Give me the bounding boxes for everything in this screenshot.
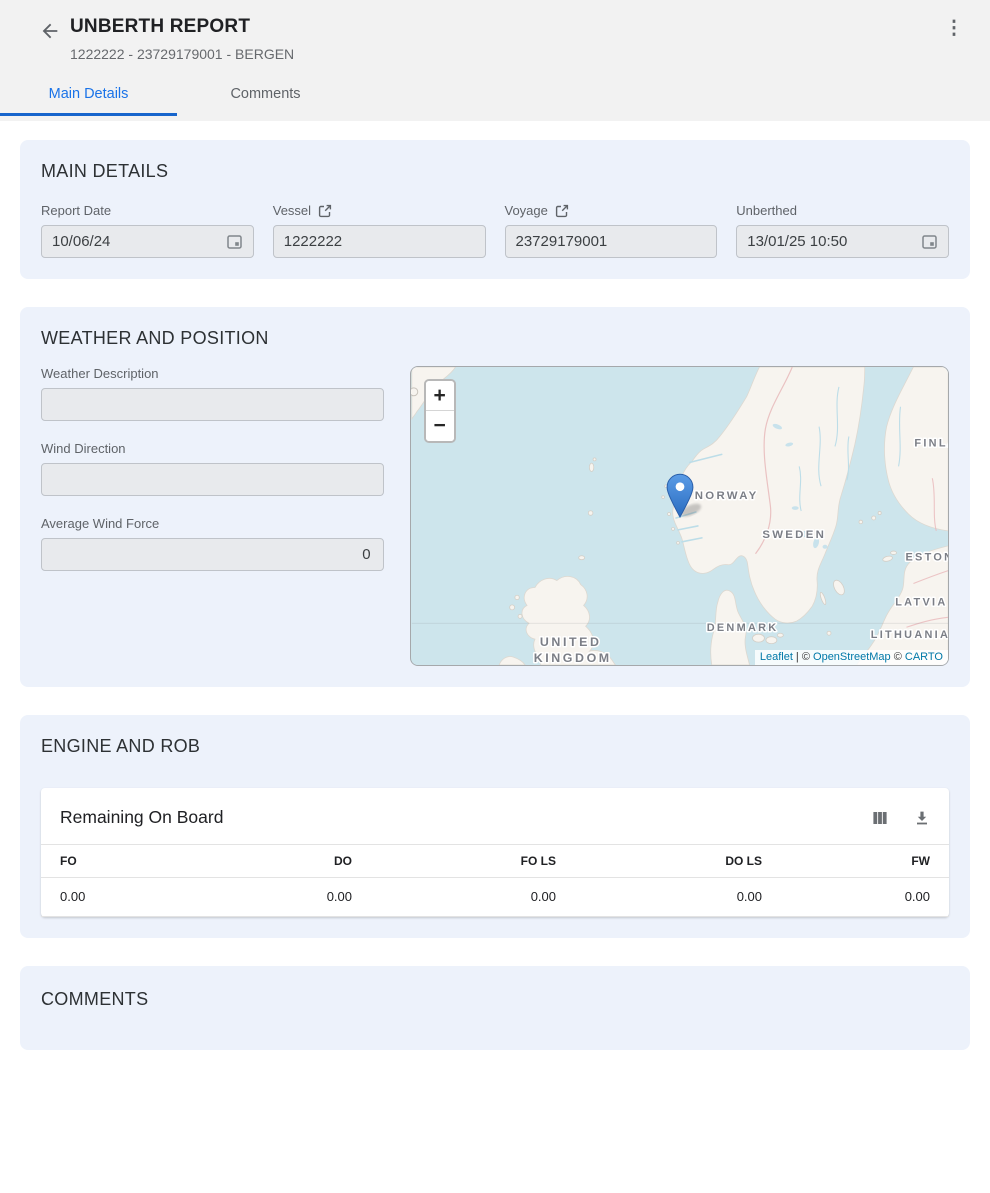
wind-direction-label: Wind Direction <box>41 441 126 456</box>
rob-cell-fw: 0.00 <box>762 878 949 916</box>
vessel-value: 1222222 <box>284 233 475 250</box>
comments-heading: COMMENTS <box>41 989 949 1010</box>
vessel-label: Vessel <box>273 203 311 218</box>
main-details-card: MAIN DETAILS Report Date 10/06/24 <box>20 140 970 279</box>
rob-table-title: Remaining On Board <box>60 807 872 828</box>
rob-column-header: DO LS <box>556 845 762 877</box>
average-wind-force-field: Average Wind Force 0 <box>41 516 384 571</box>
calendar-icon[interactable] <box>921 233 938 250</box>
kebab-vertical-icon: ⋮ <box>945 18 964 39</box>
carto-link[interactable]: CARTO <box>905 651 943 663</box>
map-label-lithuania: LITHUANIA <box>870 629 948 641</box>
unberthed-label: Unberthed <box>736 203 797 218</box>
attribution-separator: | © <box>793 651 813 663</box>
rob-table-row: 0.00 0.00 0.00 0.00 0.00 <box>41 878 949 917</box>
rob-cell-do-ls: 0.00 <box>556 878 762 916</box>
calendar-icon[interactable] <box>226 233 243 250</box>
engine-rob-heading: ENGINE AND ROB <box>41 736 949 757</box>
report-date-field: Report Date 10/06/24 <box>41 203 254 258</box>
rob-cell-fo-ls: 0.00 <box>352 878 556 916</box>
unberthed-input[interactable]: 13/01/25 10:50 <box>736 225 949 258</box>
rob-column-header: DO <box>191 845 352 877</box>
report-date-input[interactable]: 10/06/24 <box>41 225 254 258</box>
weather-position-heading: WEATHER AND POSITION <box>41 328 949 349</box>
main-details-heading: MAIN DETAILS <box>41 161 949 182</box>
weather-position-card: WEATHER AND POSITION Weather Description… <box>20 307 970 687</box>
zoom-out-button[interactable]: − <box>426 411 454 441</box>
app-header: UNBERTH REPORT 1222222 - 23729179001 - B… <box>0 0 990 121</box>
download-icon <box>914 810 930 826</box>
map-zoom-control: + − <box>424 379 456 443</box>
remaining-on-board-table: Remaining On Board <box>41 788 949 917</box>
wind-direction-field: Wind Direction <box>41 441 384 496</box>
map-label-kingdom: KINGDOM <box>533 651 611 665</box>
open-in-new-icon[interactable] <box>318 204 332 218</box>
page-subtitle: 1222222 - 23729179001 - BERGEN <box>70 46 942 62</box>
map-label-finland: FINLAND <box>914 437 949 449</box>
vessel-field: Vessel 1222222 <box>273 203 486 258</box>
tab-comments[interactable]: Comments <box>177 75 354 116</box>
map-label-estonia: ESTONIA <box>905 552 949 564</box>
wind-direction-input[interactable] <box>41 463 384 496</box>
arrow-left-icon <box>39 20 61 42</box>
page-title: UNBERTH REPORT <box>70 16 942 38</box>
rob-column-header: FO LS <box>352 845 556 877</box>
attribution-separator: © <box>891 651 905 663</box>
unberthed-field: Unberthed 13/01/25 10:50 <box>736 203 949 258</box>
rob-column-header: FO <box>41 845 191 877</box>
overflow-menu-button[interactable]: ⋮ <box>942 18 966 42</box>
map-label-norway: NORWAY <box>694 490 758 502</box>
voyage-field: Voyage 23729179001 <box>505 203 718 258</box>
engine-rob-card: ENGINE AND ROB Remaining On Board <box>20 715 970 938</box>
weather-description-input[interactable] <box>41 388 384 421</box>
map-label-sweden: SWEDEN <box>762 529 826 541</box>
rob-cell-do: 0.00 <box>191 878 352 916</box>
open-in-new-icon[interactable] <box>555 204 569 218</box>
view-columns-button[interactable] <box>872 810 888 826</box>
report-date-value: 10/06/24 <box>52 233 226 250</box>
map-label-latvia: LATVIA <box>895 596 947 608</box>
rob-column-header: FW <box>762 845 949 877</box>
tab-bar: Main Details Comments <box>0 75 990 116</box>
back-button[interactable] <box>38 19 62 43</box>
report-date-label: Report Date <box>41 203 111 218</box>
voyage-value: 23729179001 <box>516 233 707 250</box>
zoom-in-button[interactable]: + <box>426 381 454 411</box>
map-label-united: UNITED <box>539 635 601 649</box>
unberthed-value: 13/01/25 10:50 <box>747 233 921 250</box>
comments-card: COMMENTS <box>20 966 970 1050</box>
view-columns-icon <box>872 810 888 826</box>
leaflet-link[interactable]: Leaflet <box>760 651 793 663</box>
average-wind-force-label: Average Wind Force <box>41 516 159 531</box>
tab-main-details[interactable]: Main Details <box>0 75 177 116</box>
weather-description-field: Weather Description <box>41 366 384 421</box>
map[interactable]: NORWAY SWEDEN DENMARK UNITED KINGDOM FIN… <box>410 366 949 666</box>
average-wind-force-input[interactable]: 0 <box>41 538 384 571</box>
rob-table-header-row: FO DO FO LS DO LS FW <box>41 844 949 878</box>
voyage-label: Voyage <box>505 203 548 218</box>
map-label-denmark: DENMARK <box>706 622 778 634</box>
rob-cell-fo: 0.00 <box>41 878 191 916</box>
average-wind-force-value: 0 <box>52 546 373 563</box>
vessel-input[interactable]: 1222222 <box>273 225 486 258</box>
voyage-input[interactable]: 23729179001 <box>505 225 718 258</box>
download-button[interactable] <box>914 810 930 826</box>
map-basemap: NORWAY SWEDEN DENMARK UNITED KINGDOM FIN… <box>411 367 949 665</box>
map-attribution: Leaflet | © OpenStreetMap © CARTO <box>755 650 948 665</box>
openstreetmap-link[interactable]: OpenStreetMap <box>813 651 891 663</box>
weather-description-label: Weather Description <box>41 366 159 381</box>
